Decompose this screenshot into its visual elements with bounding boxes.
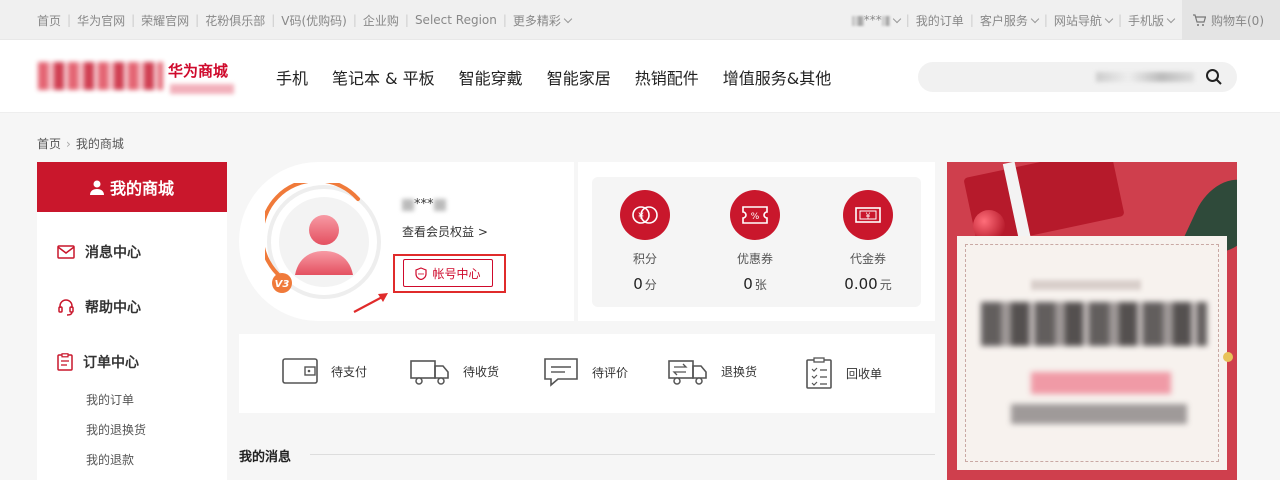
chevron-down-icon xyxy=(892,14,901,23)
my-orders-link[interactable]: 我的订单 xyxy=(916,12,964,29)
cart-icon xyxy=(1193,13,1206,26)
main-nav: 手机 笔记本 & 平板 智能穿戴 智能家居 热销配件 增值服务&其他 xyxy=(276,40,855,113)
breadcrumb-current: 我的商城 xyxy=(75,137,124,151)
svg-text:%: % xyxy=(751,212,760,222)
user-menu[interactable]: *** xyxy=(851,13,901,27)
site-nav-menu[interactable]: 网站导航 xyxy=(1054,12,1114,29)
top-links: 首页 | 华为官网 | 荣耀官网 | 花粉俱乐部 | V码(优购码) | 企业购 | Sel… xyxy=(37,0,573,40)
chevron-right-icon: › xyxy=(66,137,71,151)
voucher-icon: ¥ xyxy=(843,190,893,240)
order-status-bar: 待支付 待收货 待评价 退换货 回收单 xyxy=(239,334,935,413)
profile-card: V3 *** 查看会员权益 > xyxy=(239,162,574,321)
sidebar-sub-refunds[interactable]: 我的退款 xyxy=(86,451,134,468)
order-pending-receipt[interactable]: 待收货 xyxy=(409,356,499,386)
asset-vouchers[interactable]: ¥ 代金券 0.00 元 xyxy=(828,190,908,293)
svg-text:¥: ¥ xyxy=(638,212,644,222)
cart-button[interactable]: 购物车(0) xyxy=(1182,0,1280,40)
top-link-huawei[interactable]: 华为官网 xyxy=(77,12,125,29)
site-logo[interactable]: 华为商城 xyxy=(38,60,234,94)
sidebar-sub-returns[interactable]: 我的退换货 xyxy=(86,421,146,438)
mail-icon xyxy=(57,245,75,259)
headset-icon xyxy=(58,299,74,316)
avatar[interactable]: V3 xyxy=(259,178,383,301)
chevron-down-icon xyxy=(1030,14,1040,24)
promo-banner[interactable] xyxy=(947,162,1237,480)
top-link-more[interactable]: 更多精彩 xyxy=(513,12,573,29)
annotation-arrow-icon xyxy=(353,293,388,313)
shield-icon xyxy=(415,266,428,280)
account-center-button[interactable]: 帐号中心 xyxy=(403,259,493,287)
nav-phones[interactable]: 手机 xyxy=(276,65,308,89)
sidebar-item-help[interactable]: 帮助中心 xyxy=(57,297,141,317)
nav-laptops[interactable]: 笔记本 & 平板 xyxy=(332,65,435,89)
comment-icon xyxy=(544,358,578,387)
chevron-down-icon xyxy=(1166,14,1176,24)
order-returns[interactable]: 退换货 xyxy=(667,356,757,386)
return-truck-icon xyxy=(668,360,707,385)
order-pending-review[interactable]: 待评价 xyxy=(542,356,628,388)
nav-smart-home[interactable]: 智能家居 xyxy=(547,65,611,89)
top-utility-bar: 首页 | 华为官网 | 荣耀官网 | 花粉俱乐部 | V码(优购码) | 企业购 | Sel… xyxy=(0,0,1280,40)
messages-section-title: 我的消息 xyxy=(239,450,292,465)
divider xyxy=(310,454,935,455)
level-badge: V3 xyxy=(275,279,290,290)
sidebar-sub-my-orders[interactable]: 我的订单 xyxy=(86,391,134,408)
top-link-home[interactable]: 首页 xyxy=(37,12,61,29)
nav-services[interactable]: 增值服务&其他 xyxy=(723,65,831,89)
logo-blurred-mark xyxy=(38,62,163,90)
assets-panel: ¥ 积分 0分 % 优惠券 0张 ¥ 代金券 0.00 元 xyxy=(592,177,921,307)
asset-coupons[interactable]: % 优惠券 0张 xyxy=(715,190,795,293)
sidebar-title[interactable]: 我的商城 xyxy=(37,162,227,212)
nav-accessories[interactable]: 热销配件 xyxy=(635,65,699,89)
username-blur xyxy=(851,15,864,26)
recycle-list-icon xyxy=(806,357,832,389)
top-link-region[interactable]: Select Region xyxy=(415,13,497,27)
breadcrumb-home[interactable]: 首页 xyxy=(37,137,61,151)
logo-text: 华为商城 xyxy=(168,62,229,80)
sidebar-item-messages[interactable]: 消息中心 xyxy=(57,242,141,262)
search-placeholder-blur xyxy=(1096,72,1194,82)
points-icon: ¥ xyxy=(620,190,670,240)
search-input[interactable] xyxy=(918,62,1237,92)
top-link-enterprise[interactable]: 企业购 xyxy=(363,12,399,29)
order-recycle[interactable]: 回收单 xyxy=(804,356,882,390)
truck-icon xyxy=(410,360,449,385)
member-benefits-link[interactable]: 查看会员权益 > xyxy=(402,223,488,240)
banner-blurred-card xyxy=(957,236,1227,470)
search-icon[interactable] xyxy=(1205,68,1223,86)
avatar-ring: V3 xyxy=(259,178,381,299)
sidebar-item-orders[interactable]: 订单中心 xyxy=(57,352,139,372)
username: *** xyxy=(402,197,446,212)
nav-wearables[interactable]: 智能穿戴 xyxy=(459,65,523,89)
sidebar: 我的商城 消息中心 帮助中心 订单中心 我的订单 我的退换货 我的退款 xyxy=(37,162,227,480)
top-link-honor[interactable]: 荣耀官网 xyxy=(141,12,189,29)
order-pending-payment[interactable]: 待支付 xyxy=(281,356,367,386)
top-right-links: *** | 我的订单 | 客户服务 | 网站导航 | 手机版 购物车(0) xyxy=(851,0,1280,40)
coupon-icon: % xyxy=(730,190,780,240)
chevron-down-icon xyxy=(563,14,573,24)
top-link-club[interactable]: 花粉俱乐部 xyxy=(205,12,265,29)
customer-service-menu[interactable]: 客户服务 xyxy=(980,12,1040,29)
chevron-down-icon xyxy=(1104,14,1114,24)
svg-text:¥: ¥ xyxy=(866,212,871,221)
breadcrumb: 首页 › 我的商城 xyxy=(37,135,124,152)
mobile-version-menu[interactable]: 手机版 xyxy=(1128,12,1176,29)
wallet-icon xyxy=(282,358,318,384)
clipboard-icon xyxy=(57,353,73,371)
main-header: 华为商城 手机 笔记本 & 平板 智能穿戴 智能家居 热销配件 增值服务&其他 xyxy=(0,40,1280,113)
asset-points[interactable]: ¥ 积分 0分 xyxy=(605,190,685,293)
user-icon xyxy=(89,180,104,195)
top-link-vcode[interactable]: V码(优购码) xyxy=(281,12,347,29)
